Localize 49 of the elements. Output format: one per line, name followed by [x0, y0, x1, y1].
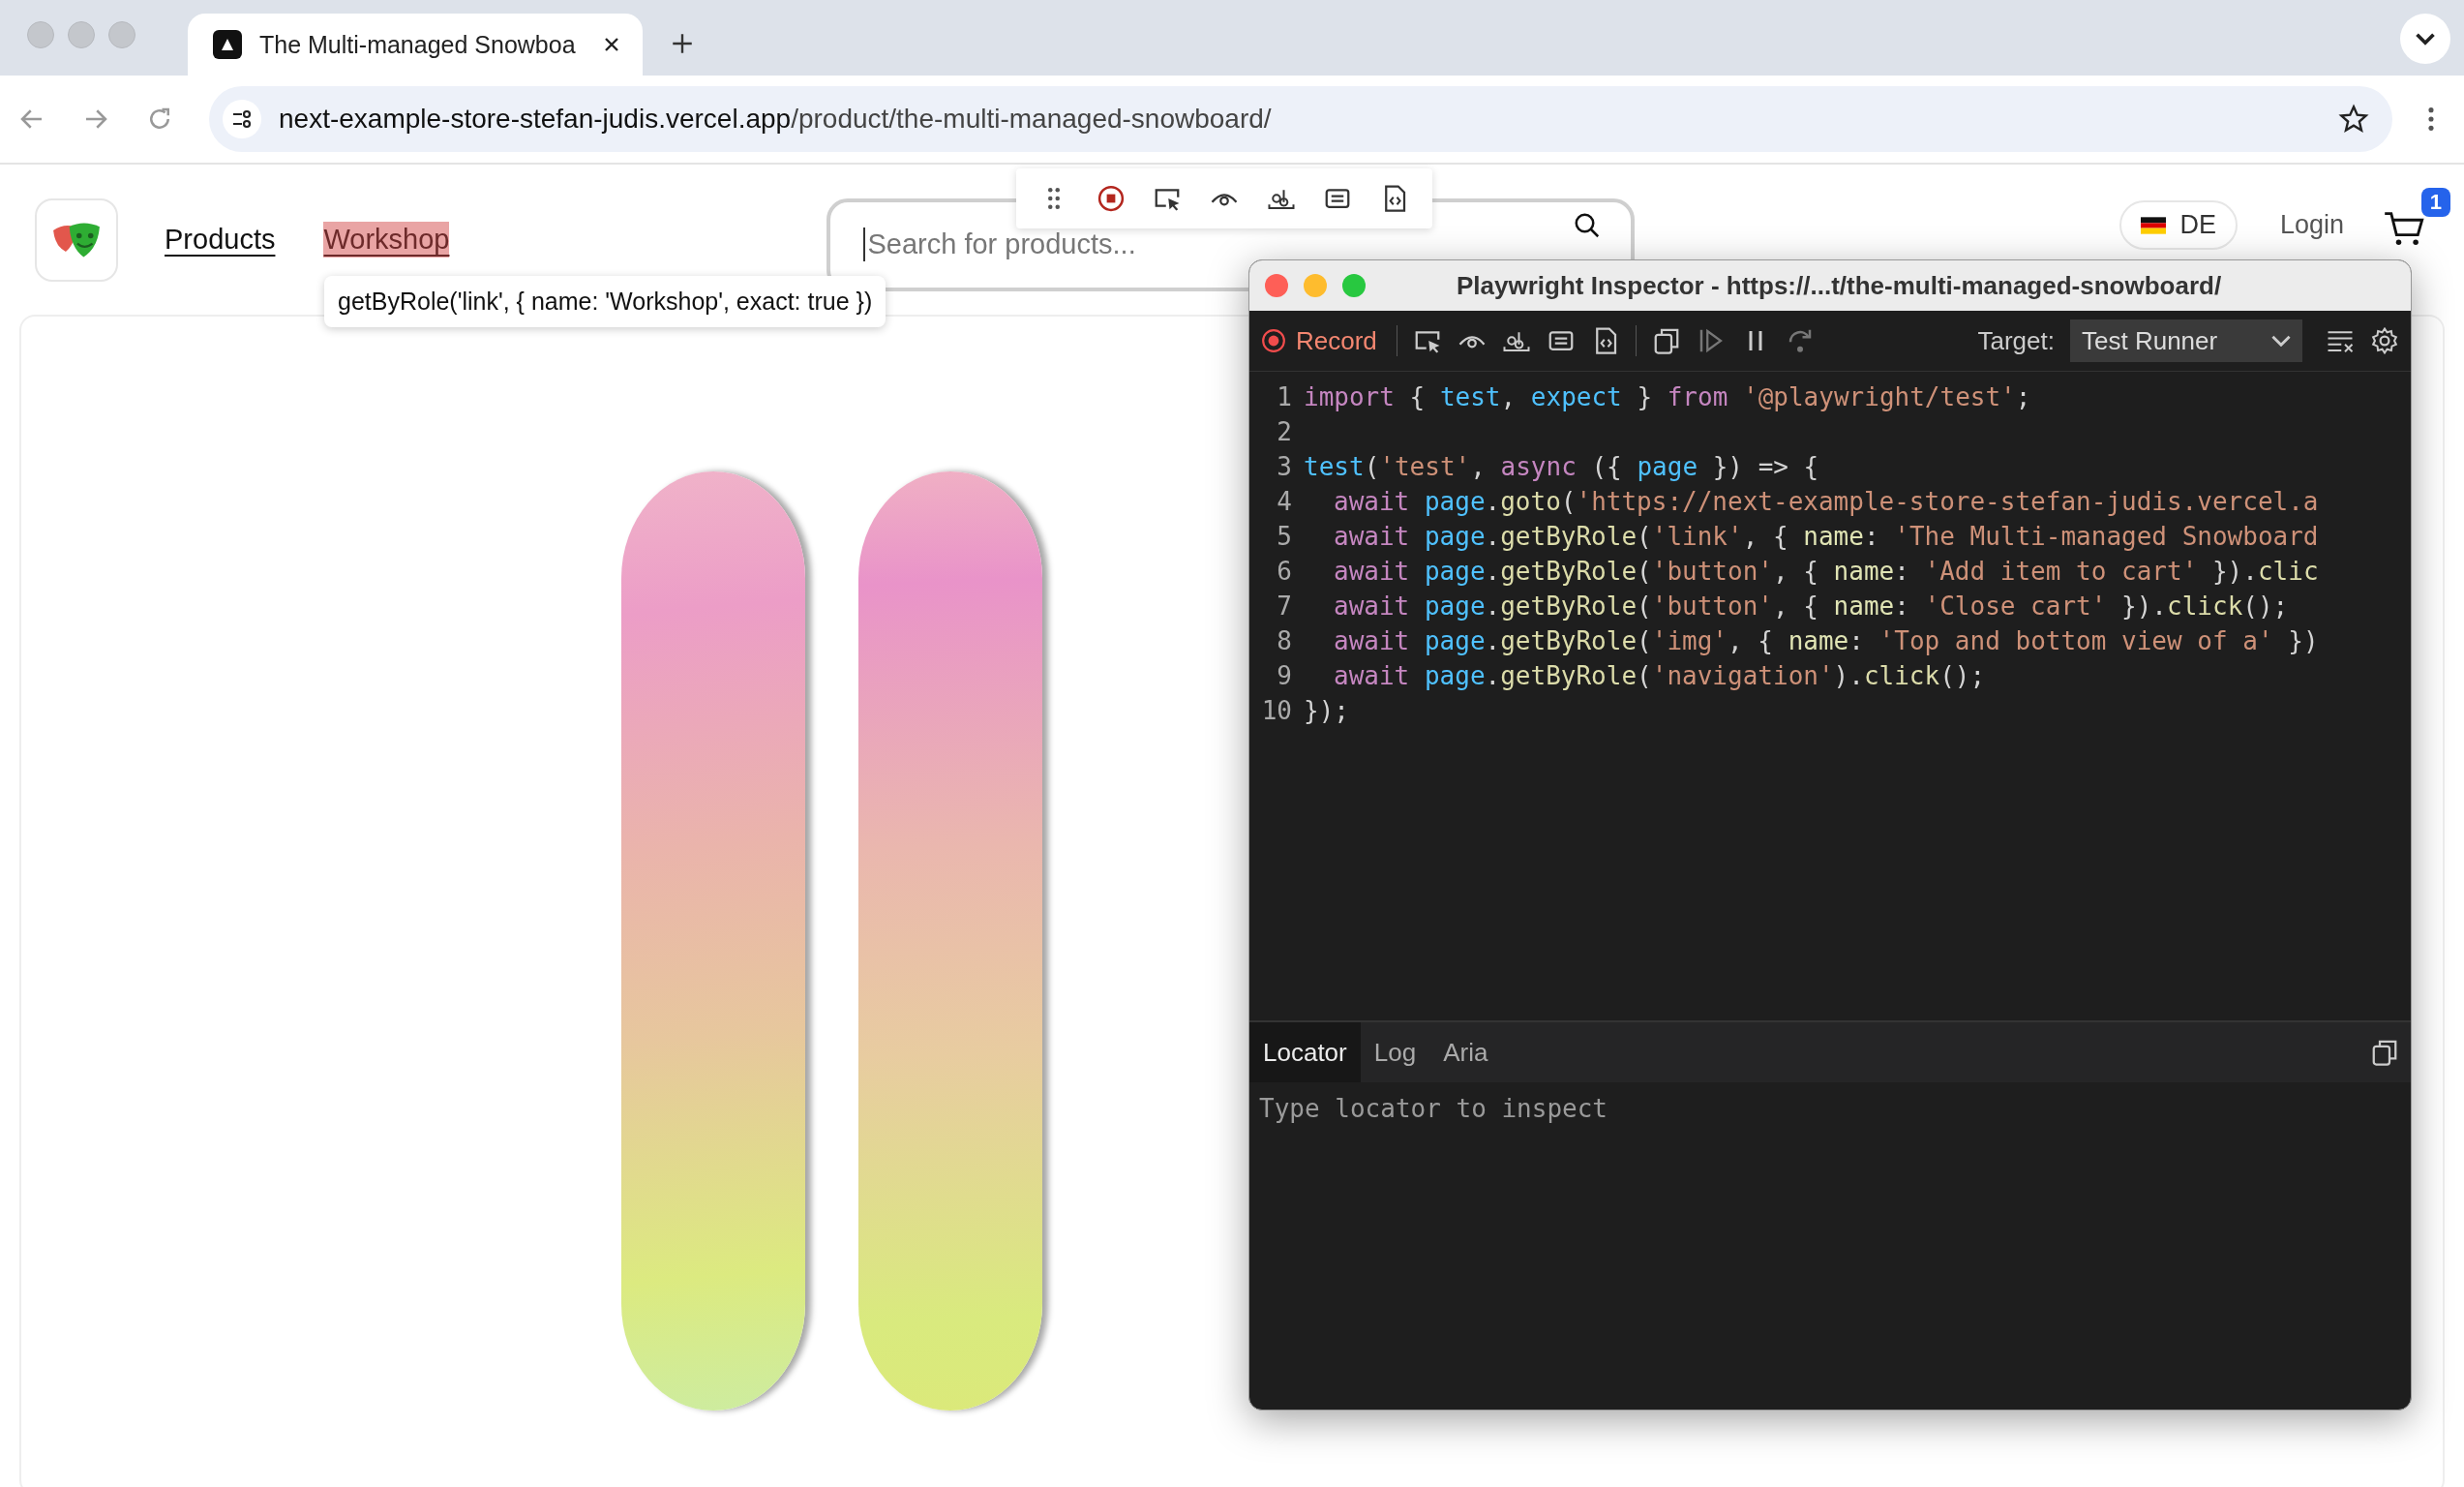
- chevron-icon: [2415, 32, 2436, 46]
- url-text: next-example-store-stefan-judis.vercel.app/product/the-multi-managed-snowboard/: [279, 104, 1273, 135]
- menu-icon[interactable]: [2427, 106, 2435, 133]
- line-number: 10: [1260, 696, 1292, 725]
- address-bar[interactable]: next-example-store-stefan-judis.vercel.app/product/the-multi-managed-snowboard/: [209, 86, 2392, 152]
- line-number: 7: [1276, 592, 1292, 621]
- line-number: 5: [1276, 522, 1292, 551]
- copy-icon[interactable]: [2370, 1038, 2399, 1067]
- cart-count-badge: 1: [2420, 187, 2450, 217]
- code-line: await page.getByRole('button', { name: 'Close cart' }).click();: [1334, 592, 2289, 621]
- logo[interactable]: [35, 197, 118, 282]
- record-button[interactable]: Record: [1257, 321, 1381, 360]
- code-line: await page.goto('https://next-example-store-stefan-judis.vercel.a: [1334, 487, 2319, 516]
- line-number: 9: [1276, 661, 1292, 690]
- settings-icon[interactable]: [2370, 326, 2399, 355]
- record-icon: [1261, 328, 1286, 353]
- line-number: 4: [1276, 487, 1292, 516]
- line-number: 3: [1276, 452, 1292, 481]
- chevron-icon: [2271, 335, 2291, 347]
- plus-icon[interactable]: [670, 31, 695, 56]
- line-number: 2: [1276, 417, 1292, 446]
- target-label: Target:: [1977, 325, 2055, 356]
- nav-link[interactable]: Workshop: [323, 222, 450, 258]
- code-line: test('test', async ({ page }) => {: [1304, 452, 1819, 481]
- language-button[interactable]: DE: [2119, 200, 2238, 250]
- locator-input[interactable]: Type locator to inspect: [1257, 1090, 2407, 1127]
- code-line: import { test, expect } from '@playwright/test';: [1304, 382, 2031, 411]
- code-line: });: [1304, 696, 1349, 725]
- panel-tab[interactable]: Log: [1360, 1022, 1430, 1082]
- locator-tooltip: getByRole('link', { name: 'Workshop', exact: true }): [324, 276, 886, 327]
- nav-link[interactable]: Products: [165, 222, 276, 258]
- target-select[interactable]: Test Runner: [2070, 319, 2302, 362]
- line-number: 8: [1276, 626, 1292, 655]
- code-line: await page.getByRole('img', { name: 'Top and bottom view of a' }): [1334, 626, 2319, 655]
- star-icon[interactable]: [2338, 104, 2369, 135]
- login-link[interactable]: Login: [2279, 210, 2344, 240]
- code-line: await page.getByRole('navigation').click();: [1334, 661, 1986, 690]
- line-number: 6: [1276, 557, 1292, 586]
- flag-icon: [2141, 216, 2167, 234]
- line-number: 1: [1276, 382, 1292, 411]
- panel-tab[interactable]: Locator: [1249, 1022, 1361, 1082]
- code-line: await page.getByRole('link', { name: 'The Multi-managed Snowboard: [1334, 522, 2319, 551]
- close-window-button[interactable]: [1265, 274, 1288, 297]
- browser-tab[interactable]: The Multi-managed Snowboa: [188, 14, 643, 76]
- record-icon[interactable]: [1096, 184, 1126, 213]
- code-line: await page.getByRole('button', { name: 'Add item to cart' }).clic: [1334, 557, 2319, 586]
- site-settings-icon[interactable]: [223, 100, 261, 138]
- panel-tab[interactable]: Aria: [1429, 1022, 1502, 1082]
- tab-search-button[interactable]: [2400, 14, 2450, 64]
